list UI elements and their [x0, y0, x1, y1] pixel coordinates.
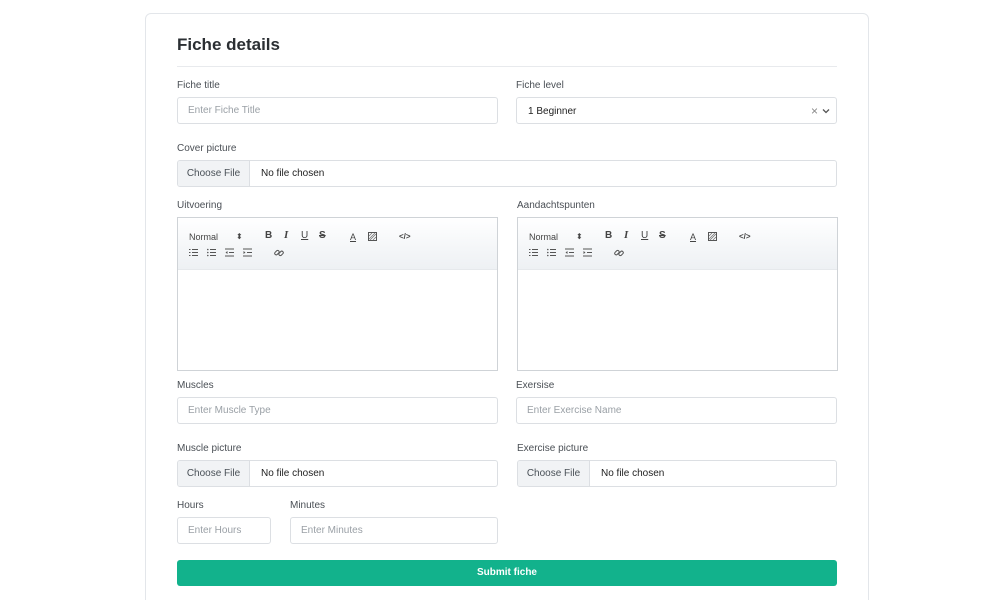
exercise-picture-file-input[interactable]: Choose File No file chosen: [517, 460, 837, 487]
muscles-label: Muscles: [177, 380, 214, 391]
muscle-picture-label: Muscle picture: [177, 443, 242, 454]
indent-icon[interactable]: [243, 248, 252, 257]
strike-button[interactable]: S: [659, 231, 666, 241]
exersise-label: Exersise: [516, 380, 555, 391]
indent-icon[interactable]: [583, 248, 592, 257]
ordered-list-icon[interactable]: [189, 248, 198, 257]
text-color-button[interactable]: A: [690, 232, 696, 242]
fiche-level-label: Fiche level: [516, 80, 564, 91]
format-select[interactable]: Normal: [529, 232, 558, 242]
editor-toolbar: Normal ⬍ B I U S A </>: [178, 218, 497, 270]
clear-icon[interactable]: ×: [811, 104, 818, 118]
bold-button[interactable]: B: [265, 231, 272, 241]
cover-choose-file-button[interactable]: Choose File: [178, 161, 250, 186]
link-icon[interactable]: [614, 248, 624, 258]
exercise-choose-file-button[interactable]: Choose File: [518, 461, 590, 486]
muscles-input[interactable]: [177, 397, 498, 424]
muscle-picture-file-input[interactable]: Choose File No file chosen: [177, 460, 498, 487]
minutes-input[interactable]: [290, 517, 498, 544]
cover-file-status: No file chosen: [261, 168, 325, 179]
code-icon[interactable]: </>: [399, 232, 411, 242]
fiche-title-input[interactable]: [177, 97, 498, 124]
cover-picture-label: Cover picture: [177, 143, 237, 154]
exercise-file-status: No file chosen: [601, 468, 665, 479]
aandachtspunten-label: Aandachtspunten: [517, 200, 595, 211]
muscle-choose-file-button[interactable]: Choose File: [178, 461, 250, 486]
hours-input[interactable]: [177, 517, 271, 544]
title-divider: [177, 66, 837, 67]
fiche-title-label: Fiche title: [177, 80, 220, 91]
fiche-level-value: 1 Beginner: [528, 106, 577, 117]
underline-button[interactable]: U: [641, 231, 648, 241]
format-select-arrows-icon[interactable]: ⬍: [576, 232, 583, 242]
uitvoering-label: Uitvoering: [177, 200, 223, 211]
bold-button[interactable]: B: [605, 231, 612, 241]
page-title: Fiche details: [177, 35, 280, 54]
italic-button[interactable]: I: [624, 230, 628, 241]
link-icon[interactable]: [274, 248, 284, 258]
exercise-picture-label: Exercise picture: [517, 443, 589, 454]
aandachtspunten-editor: Normal ⬍ B I U S A </>: [517, 217, 838, 371]
format-select[interactable]: Normal: [189, 232, 218, 242]
hours-label: Hours: [177, 500, 204, 511]
bullet-list-icon[interactable]: [207, 248, 216, 257]
outdent-icon[interactable]: [225, 248, 234, 257]
fiche-level-select[interactable]: 1 Beginner ×: [516, 97, 837, 124]
submit-fiche-button[interactable]: Submit fiche: [177, 560, 837, 586]
minutes-label: Minutes: [290, 500, 326, 511]
outdent-icon[interactable]: [565, 248, 574, 257]
ordered-list-icon[interactable]: [529, 248, 538, 257]
text-color-button[interactable]: A: [350, 232, 356, 242]
underline-button[interactable]: U: [301, 231, 308, 241]
chevron-down-icon[interactable]: [821, 106, 831, 116]
cover-picture-file-input[interactable]: Choose File No file chosen: [177, 160, 837, 187]
format-select-arrows-icon[interactable]: ⬍: [236, 232, 243, 242]
code-icon[interactable]: </>: [739, 232, 751, 242]
background-color-icon[interactable]: [368, 232, 377, 241]
uitvoering-editor: Normal ⬍ B I U S A </>: [177, 217, 498, 371]
strike-button[interactable]: S: [319, 231, 326, 241]
bullet-list-icon[interactable]: [547, 248, 556, 257]
muscle-file-status: No file chosen: [261, 468, 325, 479]
background-color-icon[interactable]: [708, 232, 717, 241]
exersise-input[interactable]: [516, 397, 837, 424]
editor-toolbar: Normal ⬍ B I U S A </>: [518, 218, 837, 270]
italic-button[interactable]: I: [284, 230, 288, 241]
